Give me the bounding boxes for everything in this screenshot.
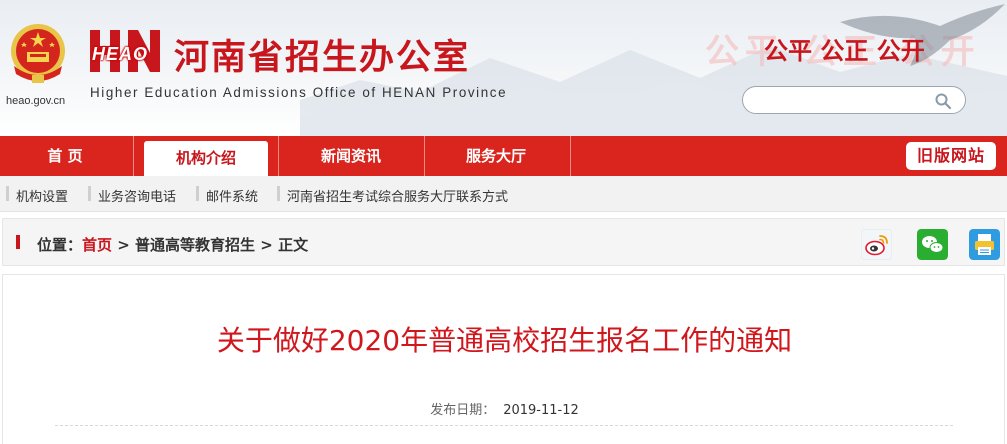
old-site-button[interactable]: 旧版网站 [906, 142, 996, 170]
sub-nav-divider [6, 186, 9, 201]
breadcrumb-marker [16, 235, 20, 249]
weibo-icon[interactable] [861, 229, 892, 260]
breadcrumb-prefix: 位置： [37, 236, 83, 254]
breadcrumb-separator: > [112, 236, 136, 254]
nav-divider [570, 136, 571, 176]
breadcrumb-bar: 位置：首页 > 普通高等教育招生 > 正文 [2, 218, 1005, 266]
article-title: 关于做好2020年普通高校招生报名工作的通知 [216, 324, 793, 357]
publish-date-label: 发布日期： [430, 403, 496, 418]
breadcrumb-category-link[interactable]: 普通高等教育招生 [135, 236, 255, 254]
breadcrumb: 位置：首页 > 普通高等教育招生 > 正文 [37, 234, 308, 255]
search-box [742, 86, 966, 114]
slogan: 公平 公正 公开 [764, 37, 925, 65]
search-input[interactable] [755, 91, 925, 109]
main-nav: 首 页 机构介绍 新闻资讯 服务大厅 旧版网站 [0, 136, 1007, 176]
wechat-icon[interactable] [917, 229, 948, 260]
nav-item-service-hall[interactable]: 服务大厅 [431, 136, 561, 176]
article-meta: 发布日期： 2019-11-12 [3, 399, 1006, 418]
sub-nav-item-mail[interactable]: 邮件系统 [206, 186, 258, 205]
nav-divider [278, 136, 279, 176]
office-name: 河南省招生办公室 [174, 38, 471, 78]
article-panel: 关于做好2020年普通高校招生报名工作的通知 发布日期： 2019-11-12 [2, 274, 1005, 444]
divider [55, 425, 953, 426]
sub-nav: 机构设置 业务咨询电话 邮件系统 河南省招生考试综合服务大厅联系方式 [0, 176, 1007, 212]
sub-nav-item-consult-phone[interactable]: 业务咨询电话 [98, 186, 176, 205]
sub-nav-item-structure[interactable]: 机构设置 [16, 186, 68, 205]
heao-logo-text: HEAO [92, 44, 149, 64]
site-header: heao.gov.cn HEAO 河南省招生办公室 Higher Educati… [0, 0, 1007, 136]
search-icon[interactable] [934, 92, 952, 110]
publish-date: 2019-11-12 [503, 403, 579, 418]
nav-item-home[interactable]: 首 页 [0, 136, 130, 176]
sub-nav-divider [277, 186, 280, 201]
sub-nav-item-service-contact[interactable]: 河南省招生考试综合服务大厅联系方式 [287, 186, 508, 205]
nav-divider [424, 136, 425, 176]
nav-divider [133, 136, 134, 176]
office-name-english: Higher Education Admissions Office of HE… [90, 85, 508, 100]
sub-nav-divider [88, 186, 91, 201]
print-icon[interactable] [969, 229, 1000, 260]
breadcrumb-current: 正文 [278, 236, 309, 254]
breadcrumb-home-link[interactable]: 首页 [82, 236, 112, 254]
sub-nav-divider [196, 186, 199, 201]
site-domain: heao.gov.cn [6, 95, 66, 107]
national-emblem-icon [11, 24, 65, 83]
nav-item-about[interactable]: 机构介绍 [144, 141, 268, 176]
breadcrumb-separator: > [255, 236, 279, 254]
nav-item-news[interactable]: 新闻资讯 [286, 136, 416, 176]
